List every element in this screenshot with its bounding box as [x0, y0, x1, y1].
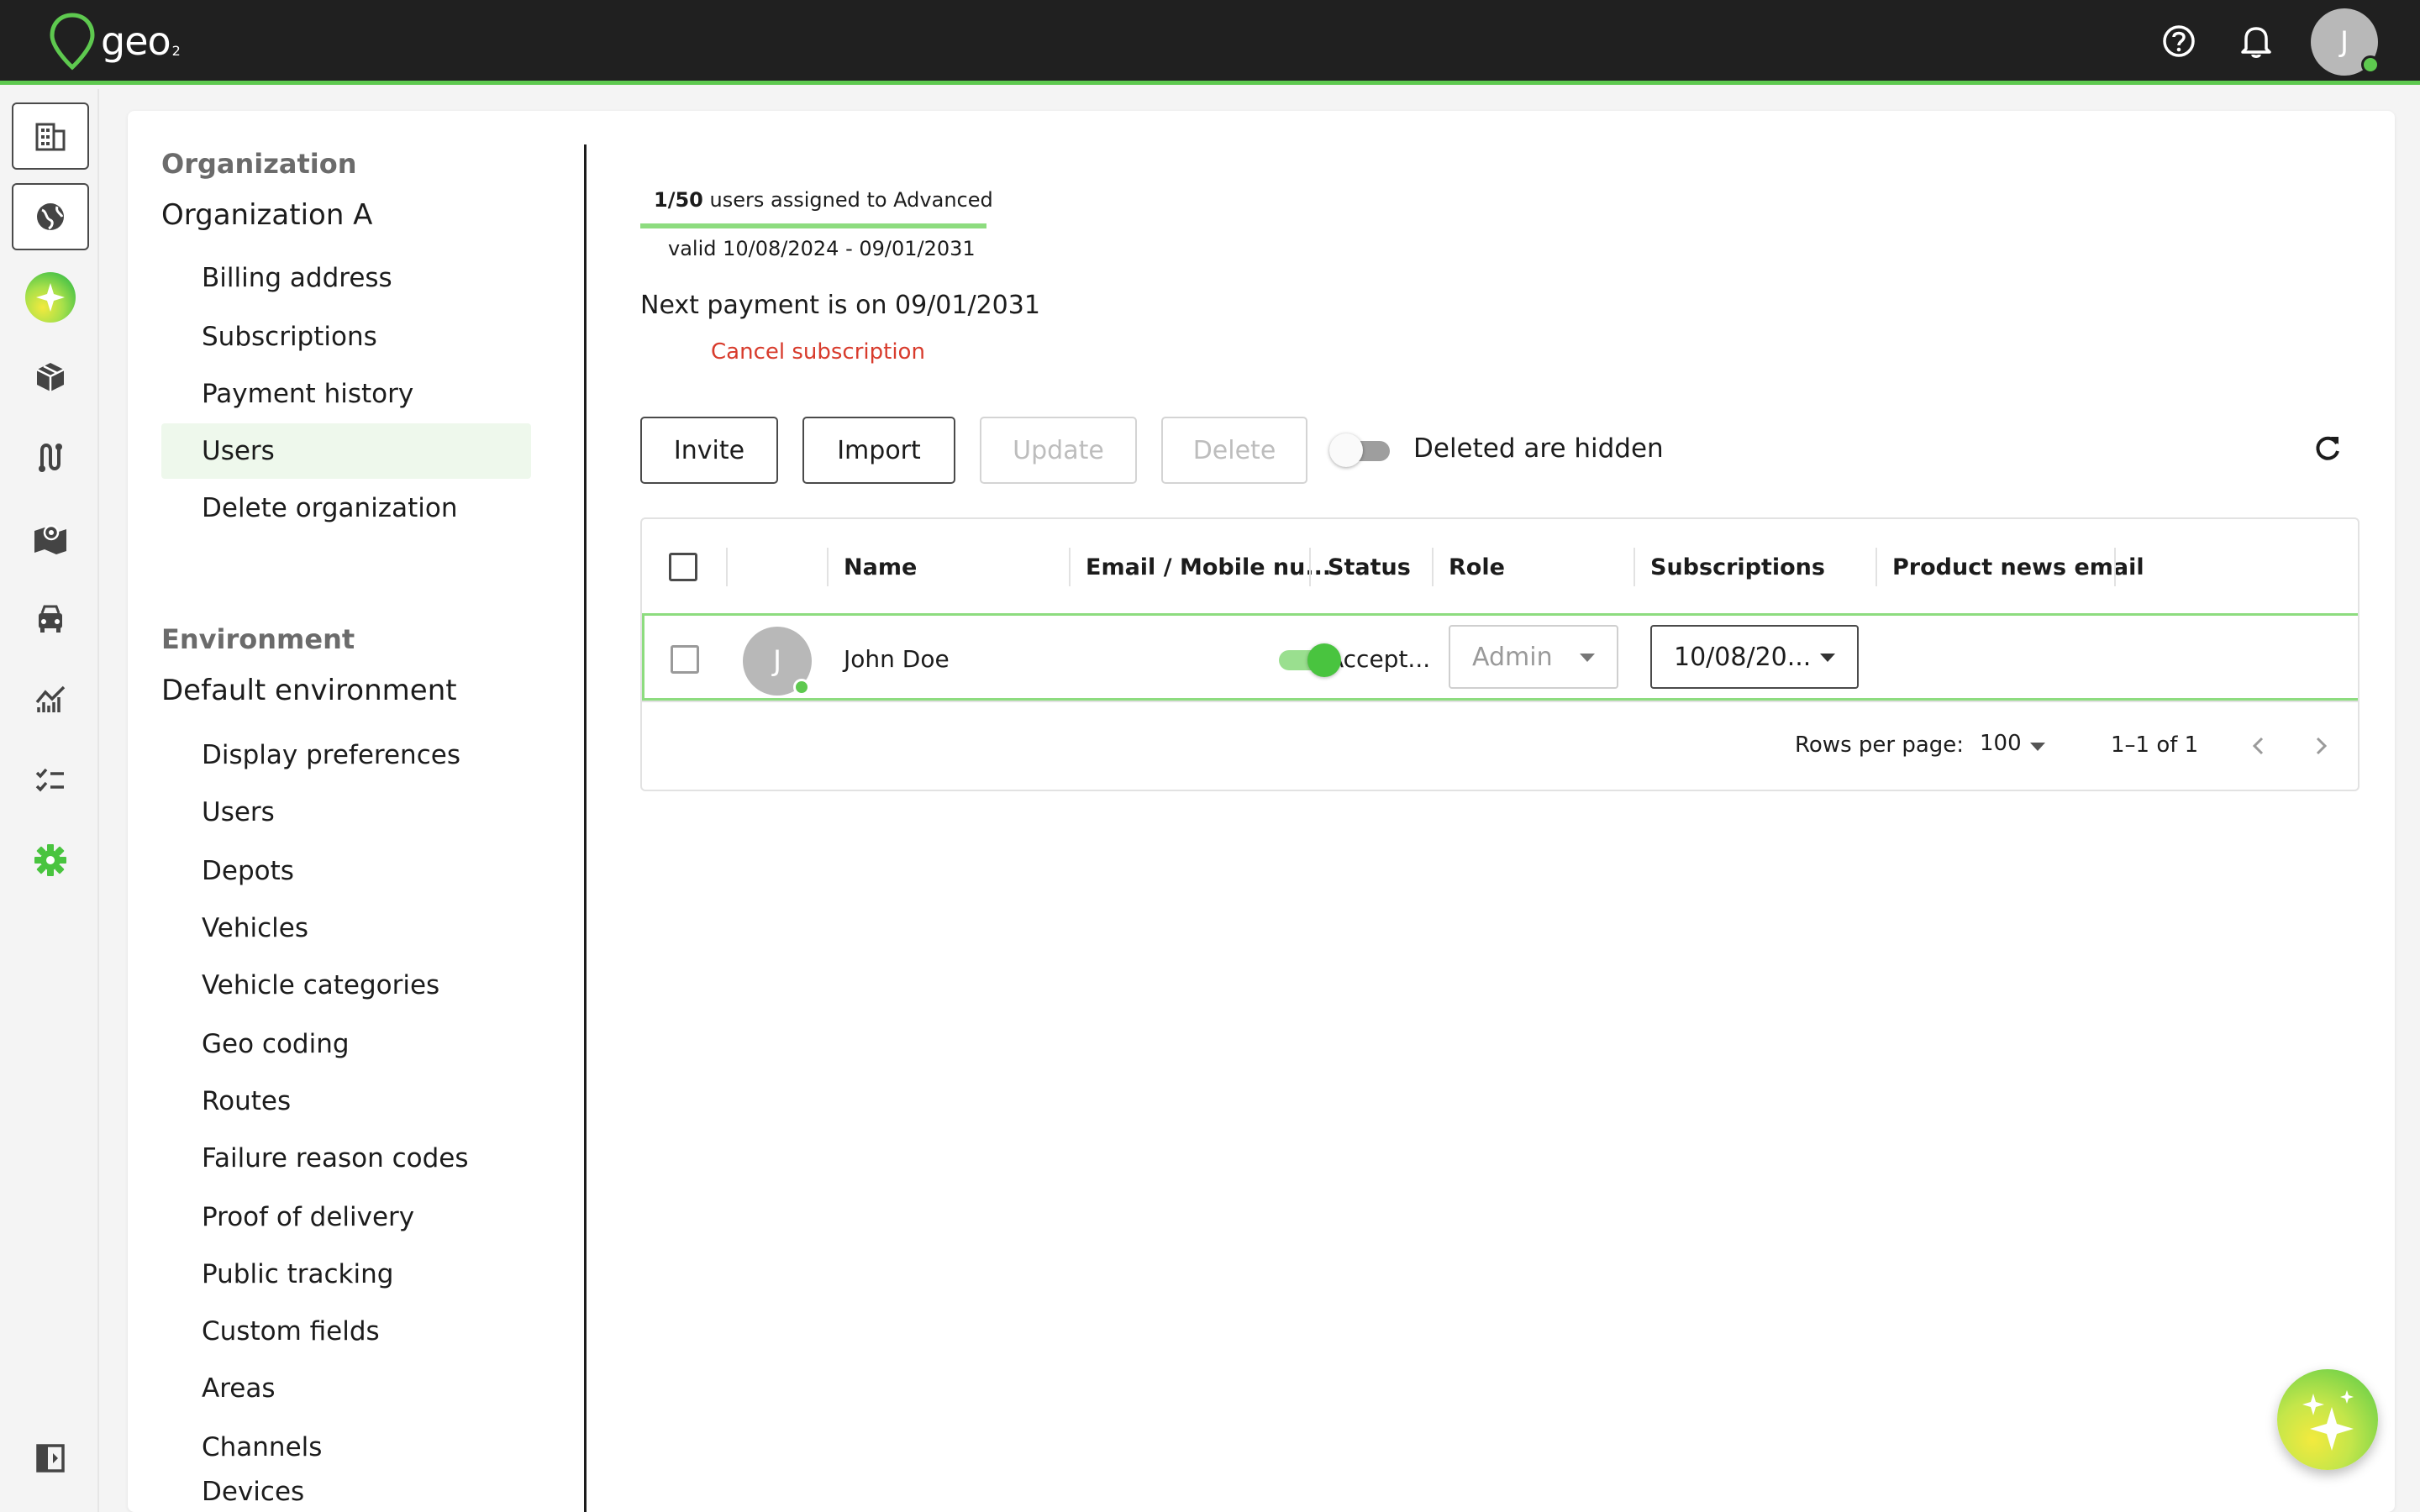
nav-item-failure-reason-codes[interactable]: Failure reason codes — [161, 1131, 531, 1186]
chevron-down-icon — [1580, 654, 1595, 662]
checklist-icon[interactable] — [12, 746, 89, 813]
row-avatar-initial: J — [772, 644, 782, 678]
next-payment-text: Next payment is on 09/01/2031 — [640, 291, 1040, 320]
cancel-subscription-link[interactable]: Cancel subscription — [711, 339, 925, 365]
delete-button[interactable]: Delete — [1161, 417, 1307, 484]
ai-sparkle-icon[interactable] — [12, 264, 89, 331]
top-bar: geo 2 J — [0, 0, 2420, 85]
select-all-checkbox[interactable] — [669, 553, 697, 581]
subscription-validity: valid 10/08/2024 - 09/01/2031 — [668, 237, 976, 260]
column-header-name[interactable]: Name — [844, 553, 917, 583]
package-icon[interactable] — [12, 343, 89, 410]
user-avatar[interactable]: J — [2311, 8, 2380, 76]
nav-item-custom-fields[interactable]: Custom fields — [161, 1304, 531, 1359]
row-avatar: J — [743, 627, 812, 696]
column-separator — [1876, 548, 1877, 586]
column-separator — [1069, 548, 1071, 586]
logo-text: geo — [101, 18, 171, 64]
vehicle-icon[interactable] — [12, 585, 89, 652]
app-logo[interactable]: geo 2 — [49, 12, 181, 71]
column-separator — [1309, 548, 1311, 586]
analytics-icon[interactable] — [12, 665, 89, 732]
product-news-toggle[interactable] — [1279, 642, 1346, 679]
nav-item-vehicles[interactable]: Vehicles — [161, 900, 531, 956]
nav-item-payment-history[interactable]: Payment history — [161, 366, 531, 422]
nav-item-public-tracking[interactable]: Public tracking — [161, 1247, 531, 1302]
nav-item-devices[interactable]: Devices — [161, 1477, 531, 1512]
subscription-usage-text: 1/50 users assigned to Advanced — [654, 188, 993, 212]
assigned-count: 1/50 — [654, 188, 703, 212]
map-icon[interactable] — [12, 504, 89, 571]
deleted-hidden-toggle[interactable] — [1329, 433, 1393, 467]
import-button[interactable]: Import — [802, 417, 955, 484]
rows-per-page-label: Rows per page: — [1795, 732, 1965, 758]
prev-page-icon[interactable] — [2242, 729, 2275, 763]
update-button[interactable]: Update — [980, 417, 1137, 484]
column-header-role[interactable]: Role — [1449, 553, 1505, 583]
globe-icon[interactable] — [12, 183, 89, 250]
column-header-email[interactable]: Email / Mobile nu... — [1086, 553, 1331, 583]
column-header-status[interactable]: Status — [1328, 553, 1411, 583]
nav-org-name[interactable]: Organization A — [161, 198, 372, 232]
location-pin-icon — [50, 13, 95, 71]
row-name: John Doe — [844, 645, 950, 673]
nav-env-name[interactable]: Default environment — [161, 674, 457, 707]
toggle-knob — [1329, 433, 1363, 467]
refresh-icon[interactable] — [2307, 428, 2348, 469]
nav-item-delete-organization[interactable]: Delete organization — [161, 480, 531, 536]
nav-section-organization: Organization — [161, 148, 357, 180]
toggle-knob — [1307, 643, 1341, 677]
left-rail — [0, 89, 99, 1512]
nav-item-subscriptions[interactable]: Subscriptions — [161, 309, 531, 365]
nav-item-geo-coding[interactable]: Geo coding — [161, 1016, 531, 1072]
column-separator — [1634, 548, 1635, 586]
nav-item-users[interactable]: Users — [161, 423, 531, 479]
next-page-icon[interactable] — [2304, 729, 2338, 763]
nav-item-areas[interactable]: Areas — [161, 1361, 531, 1416]
column-separator — [1432, 548, 1434, 586]
nav-divider — [584, 144, 587, 1512]
collapse-sidebar-icon[interactable] — [12, 1425, 89, 1492]
user-initial: J — [2339, 25, 2349, 59]
settings-icon[interactable] — [12, 827, 89, 894]
sparkle-icon — [2302, 1390, 2354, 1451]
subscription-usage-tab[interactable]: 1/50 users assigned to Advanced — [640, 176, 993, 228]
nav-item-billing-address[interactable]: Billing address — [161, 250, 531, 306]
chevron-down-icon[interactable] — [2030, 743, 2045, 751]
subscription-select[interactable]: 10/08/20... — [1650, 625, 1859, 689]
logo-subscript: 2 — [171, 42, 181, 59]
nav-item-env-users[interactable]: Users — [161, 785, 531, 840]
invite-button[interactable]: Invite — [640, 417, 778, 484]
role-select-value: Admin — [1472, 642, 1553, 672]
assigned-label: users assigned to Advanced — [709, 188, 993, 212]
nav-section-environment: Environment — [161, 623, 355, 655]
pagination-range: 1–1 of 1 — [2111, 732, 2199, 758]
online-status-dot — [2361, 55, 2380, 74]
nav-item-depots[interactable]: Depots — [161, 843, 531, 899]
row-checkbox[interactable] — [671, 645, 699, 674]
column-separator — [726, 548, 728, 586]
rows-per-page-select[interactable]: 100 — [1980, 731, 2022, 756]
column-separator — [2114, 548, 2116, 586]
nav-item-proof-of-delivery[interactable]: Proof of delivery — [161, 1189, 531, 1245]
ai-assistant-button[interactable] — [2277, 1369, 2378, 1470]
route-icon[interactable] — [12, 423, 89, 491]
organization-icon[interactable] — [12, 102, 89, 170]
role-select[interactable]: Admin — [1449, 625, 1618, 689]
help-circle-icon[interactable] — [2160, 22, 2198, 60]
nav-item-display-preferences[interactable]: Display preferences — [161, 727, 531, 783]
bell-icon[interactable] — [2237, 22, 2275, 60]
column-header-product-news-email[interactable]: Product news email — [1892, 553, 2144, 583]
online-status-dot — [793, 679, 810, 696]
chevron-down-icon — [1820, 654, 1835, 662]
nav-item-channels[interactable]: Channels — [161, 1420, 531, 1475]
nav-item-vehicle-categories[interactable]: Vehicle categories — [161, 958, 531, 1013]
deleted-hidden-label: Deleted are hidden — [1413, 433, 1664, 464]
row-divider — [642, 701, 2358, 702]
column-separator — [827, 548, 829, 586]
column-header-subscriptions[interactable]: Subscriptions — [1650, 553, 1825, 583]
nav-item-routes[interactable]: Routes — [161, 1074, 531, 1129]
subscription-select-value: 10/08/20... — [1674, 642, 1812, 672]
